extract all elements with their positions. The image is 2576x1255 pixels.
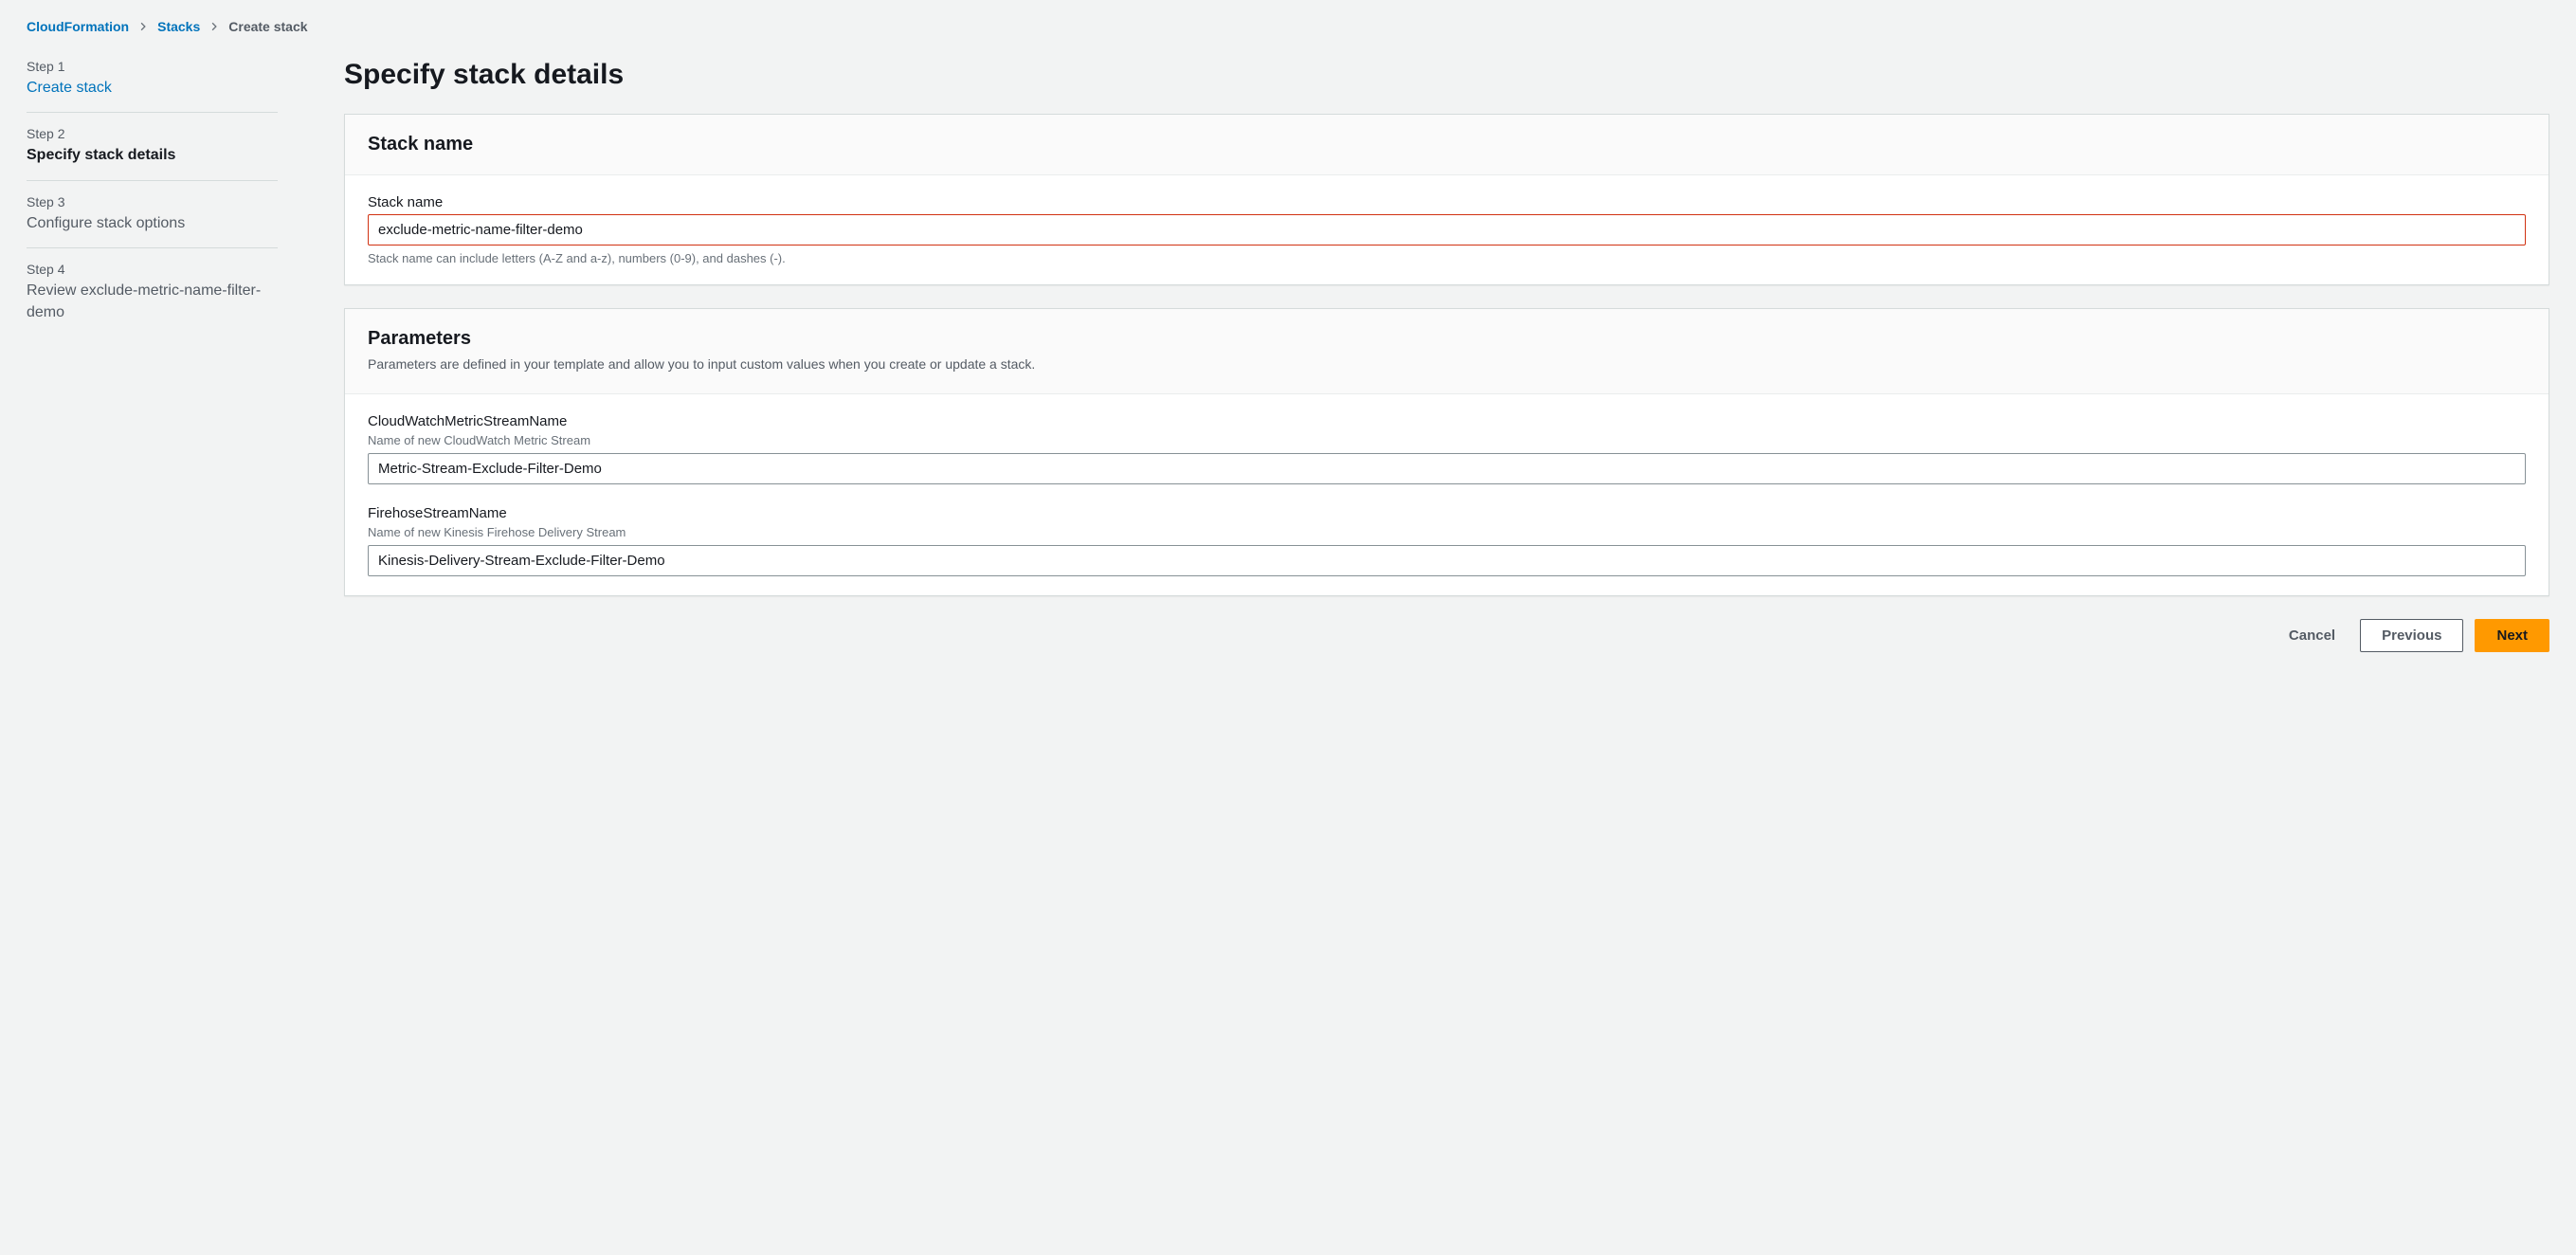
wizard-step-1[interactable]: Step 1 Create stack (27, 59, 278, 113)
wizard-step-label: Step 2 (27, 126, 278, 141)
chevron-right-icon (209, 19, 219, 34)
wizard-step-3: Step 3 Configure stack options (27, 181, 278, 248)
panel-title: Parameters (368, 328, 2526, 350)
wizard-step-label: Step 3 (27, 194, 278, 209)
wizard-step-title: Review exclude-metric-name-filter-demo (27, 281, 278, 323)
wizard-step-4: Step 4 Review exclude-metric-name-filter… (27, 248, 278, 336)
main-content: Specify stack details Stack name Stack n… (344, 59, 2549, 652)
panel-subtitle: Parameters are defined in your template … (368, 355, 2526, 374)
panel-body: Stack name Stack name can include letter… (345, 175, 2549, 284)
parameters-panel: Parameters Parameters are defined in you… (344, 308, 2549, 596)
panel-title: Stack name (368, 134, 2526, 155)
breadcrumb-link-stacks[interactable]: Stacks (157, 19, 200, 34)
field-helper-stack-name: Stack name can include letters (A-Z and … (368, 251, 2526, 265)
wizard-step-title: Create stack (27, 78, 278, 99)
wizard-step-label: Step 1 (27, 59, 278, 74)
wizard-step-label: Step 4 (27, 262, 278, 277)
breadcrumb-current: Create stack (228, 19, 307, 34)
cancel-button[interactable]: Cancel (2276, 620, 2349, 651)
field-description: Name of new Kinesis Firehose Delivery St… (368, 525, 2526, 539)
stack-name-field: Stack name Stack name can include letter… (368, 194, 2526, 265)
previous-button[interactable]: Previous (2360, 619, 2463, 652)
wizard-step-title: Configure stack options (27, 213, 278, 234)
breadcrumb: CloudFormation Stacks Create stack (27, 19, 2549, 34)
panel-header: Parameters Parameters are defined in you… (345, 309, 2549, 394)
parameter-input-cloudwatch-stream-name[interactable] (368, 453, 2526, 484)
field-label: FirehoseStreamName (368, 505, 2526, 521)
wizard-step-title: Specify stack details (27, 145, 278, 166)
panel-header: Stack name (345, 115, 2549, 175)
next-button[interactable]: Next (2475, 619, 2549, 652)
parameter-field-cloudwatch-stream-name: CloudWatchMetricStreamName Name of new C… (368, 413, 2526, 484)
field-label-stack-name: Stack name (368, 194, 2526, 210)
field-description: Name of new CloudWatch Metric Stream (368, 433, 2526, 447)
parameter-input-firehose-stream-name[interactable] (368, 545, 2526, 576)
page-title: Specify stack details (344, 59, 2549, 91)
stack-name-panel: Stack name Stack name Stack name can inc… (344, 114, 2549, 285)
breadcrumb-link-cloudformation[interactable]: CloudFormation (27, 19, 129, 34)
panel-body: CloudWatchMetricStreamName Name of new C… (345, 394, 2549, 595)
field-label: CloudWatchMetricStreamName (368, 413, 2526, 429)
wizard-actions: Cancel Previous Next (344, 619, 2549, 652)
wizard-step-2: Step 2 Specify stack details (27, 113, 278, 180)
parameter-field-firehose-stream-name: FirehoseStreamName Name of new Kinesis F… (368, 505, 2526, 576)
chevron-right-icon (138, 19, 148, 34)
stack-name-input[interactable] (368, 214, 2526, 246)
wizard-steps-sidebar: Step 1 Create stack Step 2 Specify stack… (27, 59, 278, 336)
